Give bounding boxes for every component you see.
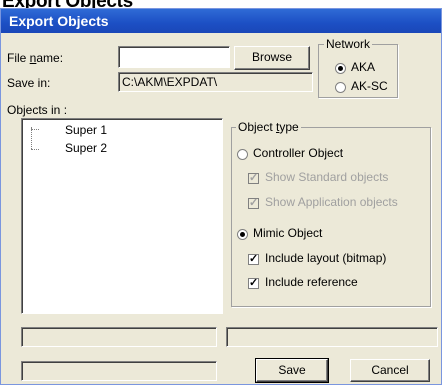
save-button[interactable]: Save [255,358,329,383]
network-aka-radio[interactable] [335,63,346,74]
object-type-group: Object type Controller Object ✓ Show Sta… [231,120,431,307]
controller-object-label: Controller Object [253,146,344,160]
tree-connector [31,149,39,150]
objects-tree[interactable]: Super 1 Super 2 [21,118,223,314]
object-type-title: Object type [236,120,301,134]
cancel-button[interactable]: Cancel [350,359,430,382]
status-panel-right [226,327,438,347]
tree-item-super-1[interactable]: Super 1 [65,123,107,137]
include-reference-checkbox[interactable]: ✓ [248,278,259,289]
save-in-path: C:\AKM\EXPDAT\ [118,72,313,92]
include-reference-label: Include reference [265,275,358,289]
show-application-label: Show Application objects [265,195,398,209]
mimic-object-label: Mimic Object [253,226,323,240]
mimic-object-radio[interactable] [237,229,248,240]
objects-in-label: Objects in : [7,103,68,117]
tree-item-super-2[interactable]: Super 2 [65,141,107,155]
show-application-checkbox[interactable]: ✓ [248,198,259,209]
network-ak-sc-radio[interactable] [335,82,346,93]
status-panel-left [21,327,217,347]
browse-button[interactable]: Browse [234,46,310,70]
status-panel-bottom [21,361,217,381]
show-standard-label: Show Standard objects [265,170,389,184]
include-layout-label: Include layout (bitmap) [265,251,387,265]
show-standard-checkbox[interactable]: ✓ [248,173,259,184]
network-aka-label: AKA [351,60,376,74]
export-objects-dialog: Export Objects File name: Browse Network… [0,8,442,385]
controller-object-radio[interactable] [237,149,248,160]
include-layout-checkbox[interactable]: ✓ [248,254,259,265]
file-name-input[interactable] [118,46,230,68]
tree-connector [31,129,39,130]
tree-connector [31,127,32,149]
save-in-label: Save in: [7,76,51,90]
file-name-label: File name: [7,51,64,65]
network-group-title: Network [324,37,373,51]
network-group: Network AKA AK-SC [318,37,398,98]
network-ak-sc-label: AK-SC [351,79,388,93]
dialog-title: Export Objects [1,9,441,33]
